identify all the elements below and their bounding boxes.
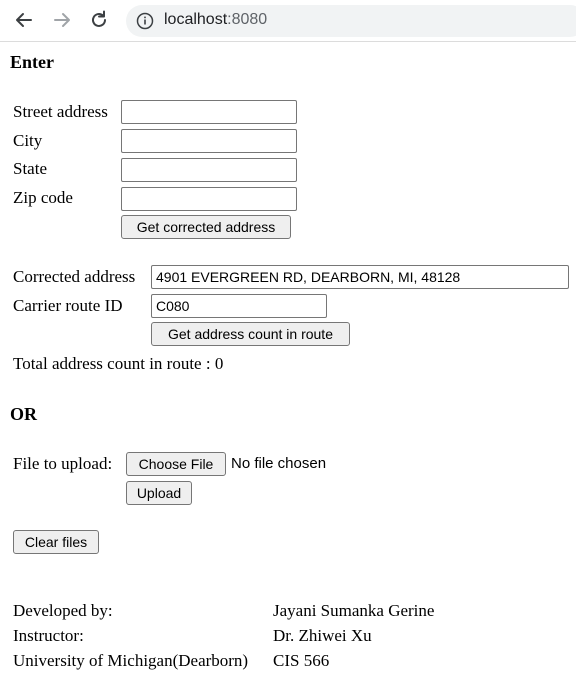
browser-toolbar: localhost:8080 — [0, 0, 576, 42]
clear-files-button[interactable]: Clear files — [13, 530, 99, 554]
corrected-address-label: Corrected address — [13, 267, 136, 286]
corrected-address-input[interactable]: 4901 EVERGREEN RD, DEARBORN, MI, 48128 — [151, 265, 569, 289]
carrier-route-id-input[interactable]: C080 — [151, 294, 327, 318]
instructor-name: Dr. Zhiwei Xu — [273, 626, 372, 645]
forward-icon[interactable] — [51, 9, 73, 31]
zip-code-input[interactable] — [121, 187, 297, 211]
instructor-label: Instructor: — [13, 626, 84, 645]
developer-name: Jayani Sumanka Gerine — [273, 601, 435, 620]
total-address-count-text: Total address count in route : 0 — [13, 354, 224, 373]
state-label: State — [13, 159, 47, 178]
state-input[interactable] — [121, 158, 297, 182]
get-corrected-address-button[interactable]: Get corrected address — [121, 215, 291, 239]
university-label: University of Michigan(Dearborn) — [13, 651, 249, 670]
url-host: localhost — [164, 11, 228, 28]
no-file-chosen-text: No file chosen — [231, 455, 327, 472]
choose-file-button[interactable]: Choose File — [126, 452, 226, 476]
street-address-input[interactable] — [121, 100, 297, 124]
file-to-upload-label: File to upload: — [13, 454, 113, 473]
site-info-icon[interactable] — [136, 12, 154, 30]
upload-button[interactable]: Upload — [126, 481, 192, 505]
developed-by-label: Developed by: — [13, 601, 113, 620]
city-input[interactable] — [121, 129, 297, 153]
address-bar[interactable]: localhost:8080 — [126, 5, 576, 37]
get-address-count-button[interactable]: Get address count in route — [151, 322, 350, 346]
city-label: City — [13, 131, 43, 150]
back-icon[interactable] — [13, 9, 35, 31]
course-code: CIS 566 — [273, 651, 330, 670]
carrier-route-id-label: Carrier route ID — [13, 296, 123, 315]
or-heading: OR — [10, 404, 37, 424]
zip-code-label: Zip code — [13, 188, 73, 207]
street-address-label: Street address — [13, 102, 108, 121]
url-text: localhost:8080 — [164, 11, 267, 29]
enter-heading: Enter — [10, 52, 54, 72]
url-port: :8080 — [227, 11, 268, 28]
reload-icon[interactable] — [88, 9, 110, 31]
